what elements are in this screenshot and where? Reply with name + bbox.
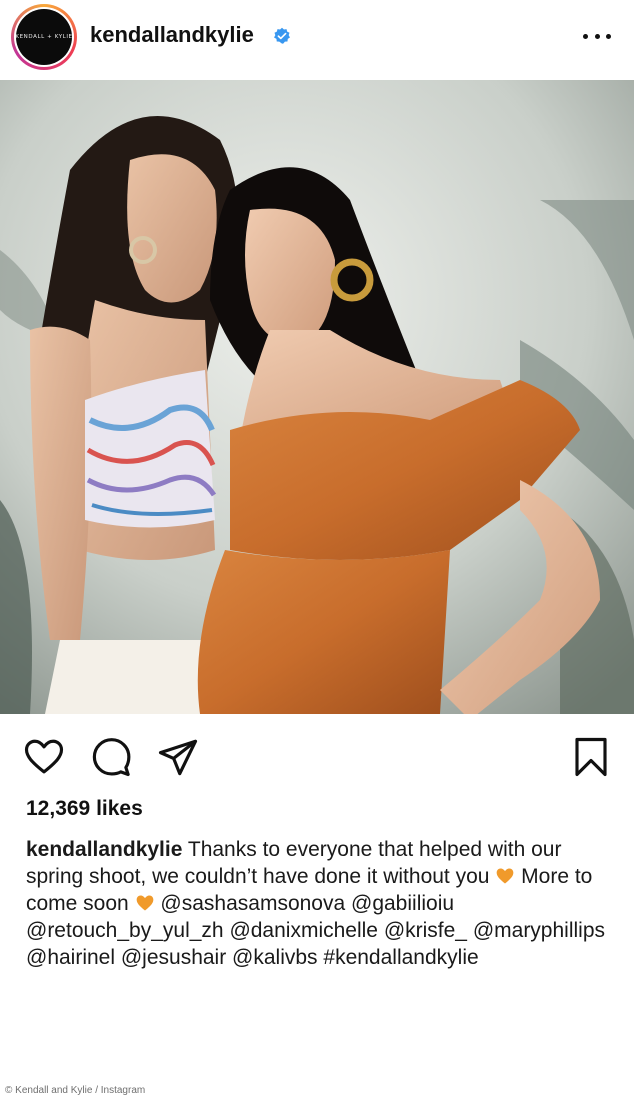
avatar-border: KENDALL + KYLIE <box>14 7 74 67</box>
bookmark-icon[interactable] <box>570 736 612 778</box>
profile-avatar[interactable]: KENDALL + KYLIE <box>11 4 77 70</box>
photo-illustration <box>0 80 634 714</box>
send-icon[interactable] <box>157 736 199 778</box>
more-dot <box>594 33 600 39</box>
post-photo[interactable] <box>0 80 634 714</box>
more-dot <box>606 33 611 39</box>
heart-icon[interactable] <box>23 736 65 778</box>
post-caption: kendallandkylie Thanks to everyone that … <box>26 836 618 971</box>
more-options-icon[interactable] <box>583 24 611 48</box>
orange-heart-icon <box>496 868 514 884</box>
post-header: KENDALL + KYLIE kendallandkylie <box>0 0 634 80</box>
caption-username[interactable]: kendallandkylie <box>26 838 182 861</box>
post-actions <box>0 726 634 786</box>
likes-count[interactable]: 12,369 likes <box>26 797 143 821</box>
image-credit: © Kendall and Kylie / Instagram <box>5 1085 146 1096</box>
comment-icon[interactable] <box>90 736 132 778</box>
more-dot <box>583 33 588 39</box>
avatar-logo-text: KENDALL + KYLIE <box>15 34 73 40</box>
verified-badge-icon <box>274 27 290 44</box>
orange-heart-icon <box>136 895 153 911</box>
avatar-image: KENDALL + KYLIE <box>15 9 73 65</box>
post-username[interactable]: kendallandkylie <box>90 22 254 48</box>
